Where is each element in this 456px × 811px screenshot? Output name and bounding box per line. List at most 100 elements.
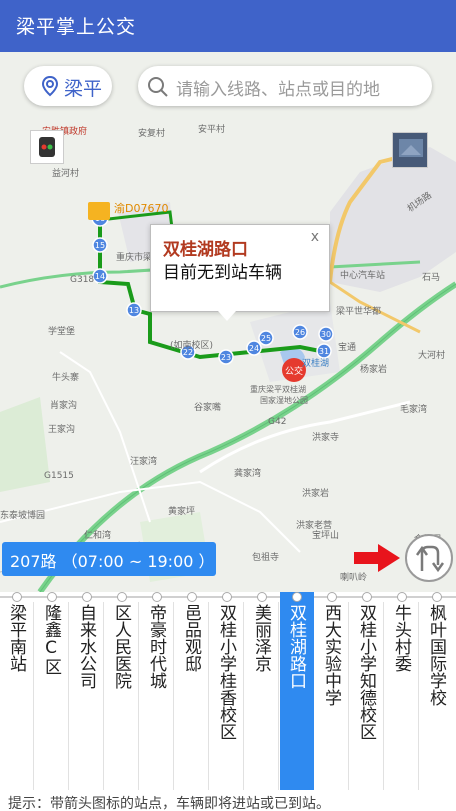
search-bar[interactable]: 请输入线路、站点或目的地 (138, 66, 432, 106)
station-divider (138, 602, 139, 790)
map-view[interactable]: 16 15 14 13 22 23 24 25 26 30 31 公交 安胜镇政… (0, 52, 456, 592)
station-name: 枫叶国际学校 (426, 604, 446, 706)
station-divider (278, 602, 279, 790)
station-item[interactable]: 双桂小学知德校区 (350, 592, 384, 790)
popup-arrival-message: 目前无到站车辆 (163, 263, 282, 283)
station-item[interactable]: 牛头村委 (385, 592, 419, 790)
stop-marker-label: 26 (295, 328, 305, 337)
station-item[interactable]: 区人民医院 (105, 592, 139, 790)
route-badge-text: 207路 （07:00 ~ 19:00 ） (10, 552, 215, 571)
search-icon (148, 77, 168, 97)
station-dot (12, 592, 22, 602)
svg-text:王家沟: 王家沟 (48, 423, 75, 435)
svg-text:安平村: 安平村 (198, 123, 225, 135)
station-dot (152, 592, 162, 602)
svg-text:仁和湾: 仁和湾 (84, 529, 111, 541)
stop-marker-label: 23 (221, 353, 231, 362)
svg-text:包祖寺: 包祖寺 (252, 551, 279, 563)
station-name: 牛头村委 (391, 604, 411, 672)
stop-marker-label: 30 (321, 330, 331, 339)
station-item[interactable]: 自来水公司 (70, 592, 104, 790)
svg-text:重庆梁平双桂湖: 重庆梁平双桂湖 (250, 384, 306, 394)
svg-text:毛家湾: 毛家湾 (400, 403, 427, 415)
stop-marker-label: 13 (129, 306, 139, 315)
station-item[interactable]: 枫叶国际学校 (420, 592, 454, 790)
station-dot (187, 592, 197, 602)
stop-marker-label: 25 (261, 334, 271, 343)
svg-text:汪家湾: 汪家湾 (130, 455, 157, 467)
station-pin-text: 公交 (285, 365, 303, 377)
stop-marker-label: 31 (319, 347, 329, 356)
app-bar: 梁平掌上公交 (0, 0, 456, 52)
hint-text: 提示：带箭头图标的站点，车辆即将进站或已到站。 (8, 796, 330, 811)
route-badge: 207路 （07:00 ~ 19:00 ） (2, 542, 216, 576)
bus-marker-icon (88, 202, 110, 220)
svg-text:双桂湖: 双桂湖 (302, 357, 329, 369)
station-divider (243, 602, 244, 790)
station-item[interactable]: 隆鑫C区 (35, 592, 69, 790)
svg-text:中心汽车站: 中心汽车站 (340, 269, 385, 281)
svg-text:G42: G42 (268, 417, 286, 427)
svg-text:东泰坡博园: 东泰坡博园 (0, 509, 45, 521)
location-pin-icon (41, 75, 59, 97)
station-dot (47, 592, 57, 602)
satellite-layer-button[interactable] (392, 132, 428, 168)
station-name: 双桂湖路口 (286, 604, 306, 689)
station-dot (397, 592, 407, 602)
station-item[interactable]: 美丽泽京 (245, 592, 279, 790)
station-dot (257, 592, 267, 602)
station-item[interactable]: 双桂小学桂香校区 (210, 592, 244, 790)
station-item[interactable]: 邑品观邸 (175, 592, 209, 790)
svg-text:宝坪山: 宝坪山 (312, 529, 339, 541)
station-dot (117, 592, 127, 602)
station-dot (222, 592, 232, 602)
svg-text:龚家湾: 龚家湾 (234, 467, 261, 479)
reverse-direction-button[interactable] (405, 534, 453, 582)
station-dot (292, 592, 302, 602)
svg-text:渝D07670: 渝D07670 (114, 201, 168, 215)
station-dot (82, 592, 92, 602)
station-name: 邑品观邸 (181, 604, 201, 672)
popup-tail (218, 311, 236, 321)
svg-text:洪家岩: 洪家岩 (302, 487, 329, 499)
traffic-toggle-button[interactable] (30, 130, 64, 164)
station-name: 梁平南站 (6, 604, 26, 672)
station-dot (327, 592, 337, 602)
stop-marker-label: 15 (95, 241, 105, 250)
map-canvas: 16 15 14 13 22 23 24 25 26 30 31 公交 安胜镇政… (0, 123, 456, 592)
station-info-popup: 双桂湖路口 目前无到站车辆 x (150, 224, 330, 312)
station-list[interactable]: 梁平南站 隆鑫C区 自来水公司 区人民医院 帝豪时代城 邑品观邸 双桂小学桂香校… (0, 592, 456, 792)
stop-marker-label: 14 (95, 272, 105, 281)
station-divider (383, 602, 384, 790)
svg-text:梁平世华都: 梁平世华都 (336, 305, 381, 317)
station-divider (103, 602, 104, 790)
station-item-selected[interactable]: 双桂湖路口 (280, 592, 314, 790)
station-name: 双桂小学桂香校区 (216, 604, 236, 740)
svg-text:益河村: 益河村 (52, 167, 79, 179)
city-selector-button[interactable]: 梁平 (24, 66, 112, 106)
stop-marker-label: 24 (249, 344, 259, 353)
station-name: 美丽泽京 (251, 604, 271, 672)
svg-text:安复村: 安复村 (138, 127, 165, 139)
svg-text:洪家寺: 洪家寺 (312, 431, 339, 443)
station-divider (208, 602, 209, 790)
station-item[interactable]: 梁平南站 (0, 592, 34, 790)
city-name: 梁平 (64, 78, 103, 100)
svg-text:G1515: G1515 (44, 471, 74, 481)
svg-text:大河村: 大河村 (418, 349, 445, 361)
station-divider (348, 602, 349, 790)
svg-text:杨家岩: 杨家岩 (360, 363, 387, 375)
traffic-light-icon (39, 137, 55, 157)
svg-text:洪家老营: 洪家老营 (296, 519, 332, 531)
station-item[interactable]: 西大实验中学 (315, 592, 349, 790)
station-item[interactable]: 帝豪时代城 (140, 592, 174, 790)
svg-text:G318: G318 (70, 275, 94, 285)
popup-close-button[interactable]: x (311, 229, 319, 245)
svg-text:肖家沟: 肖家沟 (50, 399, 77, 411)
station-dot (432, 592, 442, 602)
satellite-icon (399, 139, 423, 157)
station-divider (68, 602, 69, 790)
station-divider (33, 602, 34, 790)
station-name: 双桂小学知德校区 (356, 604, 376, 740)
svg-text:宝通: 宝通 (338, 341, 356, 353)
